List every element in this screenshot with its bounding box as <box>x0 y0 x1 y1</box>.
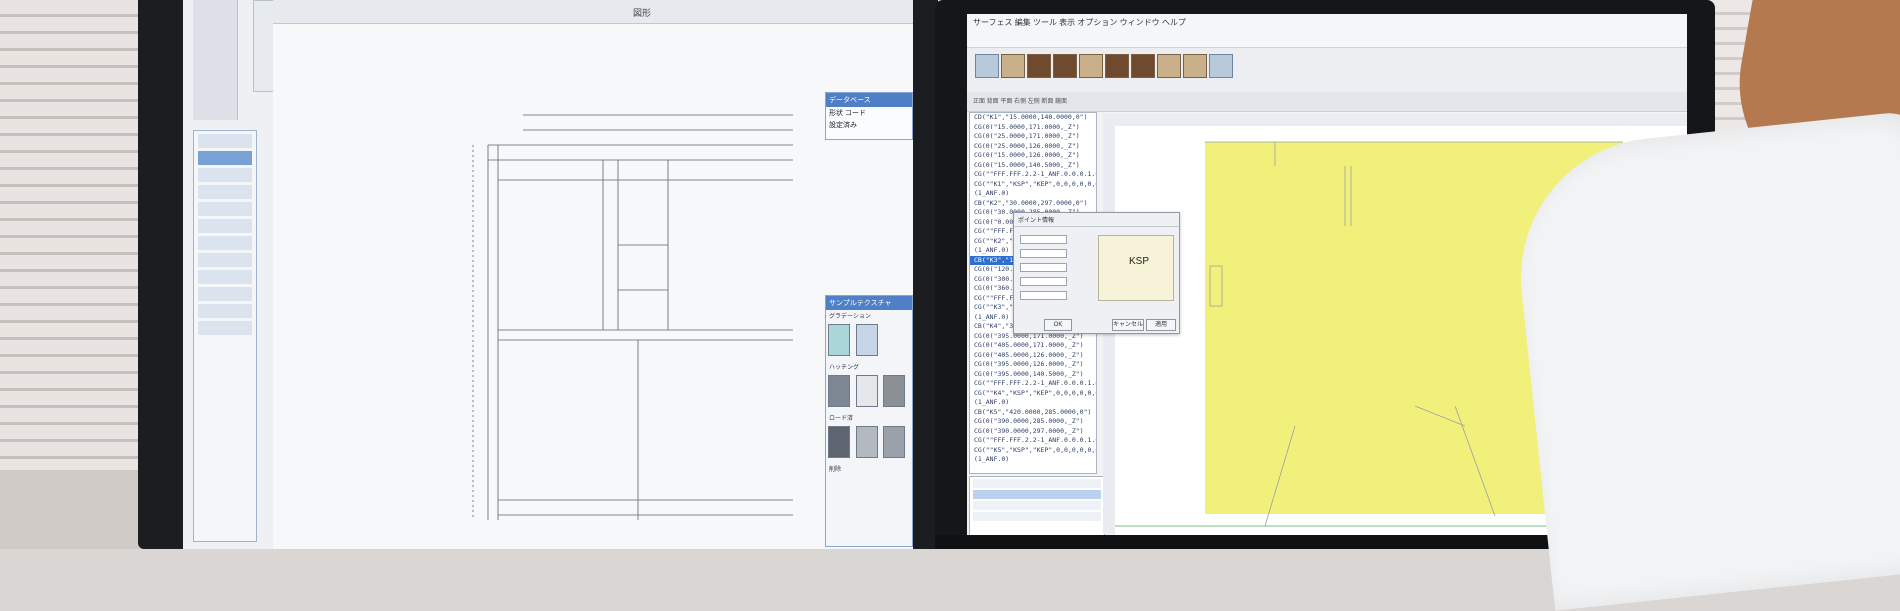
code-line[interactable]: CG(0("15.0000,140.5000,_Z") <box>970 161 1096 171</box>
attribute-line: 設定済み <box>829 122 857 129</box>
dialog-field[interactable] <box>1020 263 1067 272</box>
table-row[interactable] <box>973 490 1101 499</box>
code-line[interactable]: CG(""FFF.FFF.2.2-1_ANF.0.0.0.1.0.4_AT" <box>970 379 1096 389</box>
code-line[interactable]: CG(""K1","KSP","KEP",0,0,0,0,0,0") <box>970 180 1096 190</box>
dialog-apply-button[interactable]: 適用 <box>1146 319 1176 331</box>
right-menubar-text[interactable]: サーフェス 編集 ツール 表示 オプション ウィンドウ ヘルプ <box>973 18 1186 27</box>
code-line[interactable]: CG(0("390.0000,285.0000,_Z") <box>970 417 1096 427</box>
layer-row[interactable] <box>198 134 252 148</box>
object-icon[interactable] <box>1001 54 1025 78</box>
code-line[interactable]: CG(0("395.0000,126.0000,_Z") <box>970 360 1096 370</box>
sample-caption: ロード済 <box>829 416 854 422</box>
sample-texture-panel[interactable]: サンプルテクスチャ グラデーション ハッチング ロード済 削除 <box>825 295 913 547</box>
preview-ksp-label: KSP <box>1129 256 1150 267</box>
attribute-panel[interactable]: データベース 形状 コード 設定済み <box>825 92 913 140</box>
left-layer-panel[interactable] <box>193 130 257 542</box>
code-line[interactable]: CB("K2","30.0000,297.0000,0") <box>970 199 1096 209</box>
dialog-field[interactable] <box>1020 291 1067 300</box>
object-icon[interactable] <box>1209 54 1233 78</box>
texture-swatch[interactable] <box>883 426 906 458</box>
texture-swatch[interactable] <box>855 426 878 458</box>
dialog-title: ポイント情報 <box>1014 213 1179 227</box>
left-screen: 図形 データベース 形状 コード 設定済み サンプルテクスチャ グラデーション … <box>183 0 913 549</box>
texture-swatch[interactable] <box>828 324 850 356</box>
dialog-field[interactable] <box>1020 249 1067 258</box>
attribute-line: 形状 コード <box>829 110 866 117</box>
layer-row[interactable] <box>198 236 252 250</box>
object-icon[interactable] <box>1105 54 1129 78</box>
left-menubar[interactable]: 図形 <box>273 0 913 24</box>
object-icon[interactable] <box>1079 54 1103 78</box>
object-icon[interactable] <box>1027 54 1051 78</box>
object-icon[interactable] <box>1053 54 1077 78</box>
code-line[interactable]: CG(""FFF.FFF.2.2-1_ANF.0.0.0.1.0.4_AT" <box>970 170 1096 180</box>
left-tool-strip[interactable] <box>193 0 238 120</box>
layer-row[interactable] <box>198 287 252 301</box>
texture-swatch[interactable] <box>855 324 878 356</box>
code-line[interactable]: (1_ANF.0) <box>970 189 1096 199</box>
layer-row[interactable] <box>198 270 252 284</box>
code-line[interactable]: CG(0("390.0000,297.0000,_Z") <box>970 427 1096 437</box>
layer-row[interactable] <box>198 168 252 182</box>
person-shoulder <box>1507 109 1900 611</box>
dialog-field[interactable] <box>1020 235 1067 244</box>
code-line[interactable]: (1_ANF.0) <box>970 455 1096 465</box>
code-line[interactable]: CG(0("395.0000,140.5000,_Z") <box>970 370 1096 380</box>
texture-swatch[interactable] <box>883 375 906 407</box>
layer-row[interactable] <box>198 304 252 318</box>
texture-swatch[interactable] <box>828 375 850 407</box>
layer-row[interactable] <box>198 185 252 199</box>
view-tool-row[interactable]: 正面 背面 平面 右側 左側 断面 鏡面 <box>967 92 1687 112</box>
left-menubar-text[interactable]: 図形 <box>633 8 651 18</box>
layer-row[interactable] <box>198 219 252 233</box>
code-line[interactable]: CD("K1","15.0000,140.0000,0") <box>970 113 1096 123</box>
code-line[interactable]: CG(0("405.0000,126.0000,_Z") <box>970 351 1096 361</box>
dialog-cancel-button[interactable]: キャンセル <box>1112 319 1144 331</box>
sample-caption: グラデーション <box>829 314 871 320</box>
layer-row[interactable] <box>198 321 252 335</box>
texture-swatch[interactable] <box>828 426 850 458</box>
left-monitor: 図形 データベース 形状 コード 設定済み サンプルテクスチャ グラデーション … <box>138 0 938 549</box>
code-line[interactable]: CG(""K4","KSP","KEP",0,0,0,0,0,0") <box>970 389 1096 399</box>
dialog-field[interactable] <box>1020 277 1067 286</box>
code-line[interactable]: CG(0("15.0000,171.0000,_Z") <box>970 123 1096 133</box>
point-info-dialog[interactable]: ポイント情報 KSP OK キャンセル 適用 <box>1013 212 1180 334</box>
table-row[interactable] <box>973 512 1101 521</box>
sample-caption: ハッチング <box>829 365 860 371</box>
attribute-panel-title: データベース <box>826 93 912 107</box>
code-line[interactable]: CG(""K5","KSP","KEP",0,0,0,0,0,0") <box>970 446 1096 456</box>
code-line[interactable]: CG(0("25.0000,171.0000,_Z") <box>970 132 1096 142</box>
code-line[interactable]: CB("K5","420.0000,285.0000,0") <box>970 408 1096 418</box>
code-line[interactable]: CG(""FFF.FFF.2.2-1_ANF.0.0.0.1.0.4_AT" <box>970 436 1096 446</box>
table-row[interactable] <box>973 479 1101 488</box>
object-icon[interactable] <box>975 54 999 78</box>
window-blinds <box>0 0 150 470</box>
cabinet-drawing <box>472 114 793 520</box>
sample-caption: 削除 <box>829 467 842 473</box>
dialog-preview: KSP <box>1098 235 1174 301</box>
code-line[interactable]: (1_ANF.0) <box>970 398 1096 408</box>
object-icon[interactable] <box>1157 54 1181 78</box>
object-icon[interactable] <box>1183 54 1207 78</box>
table-row[interactable] <box>973 501 1101 510</box>
object-icon[interactable] <box>1131 54 1155 78</box>
right-menubar[interactable]: サーフェス 編集 ツール 表示 オプション ウィンドウ ヘルプ <box>967 14 1687 48</box>
layer-row[interactable] <box>198 253 252 267</box>
sample-panel-title: サンプルテクスチャ <box>826 296 912 310</box>
code-line[interactable]: CG(0("15.0000,126.0000,_Z") <box>970 151 1096 161</box>
object-icon-bar[interactable] <box>967 48 1687 93</box>
layer-row[interactable] <box>198 202 252 216</box>
view-tool-labels[interactable]: 正面 背面 平面 右側 左側 断面 鏡面 <box>973 99 1067 105</box>
dialog-ok-button[interactable]: OK <box>1044 319 1072 331</box>
window-sill <box>0 470 150 549</box>
code-line[interactable]: CG(0("25.0000,126.0000,_Z") <box>970 142 1096 152</box>
code-line[interactable]: CG(0("405.0000,171.0000,_Z") <box>970 341 1096 351</box>
layer-row[interactable] <box>198 151 252 165</box>
texture-swatch[interactable] <box>855 375 878 407</box>
left-drawing-area[interactable] <box>273 0 913 549</box>
